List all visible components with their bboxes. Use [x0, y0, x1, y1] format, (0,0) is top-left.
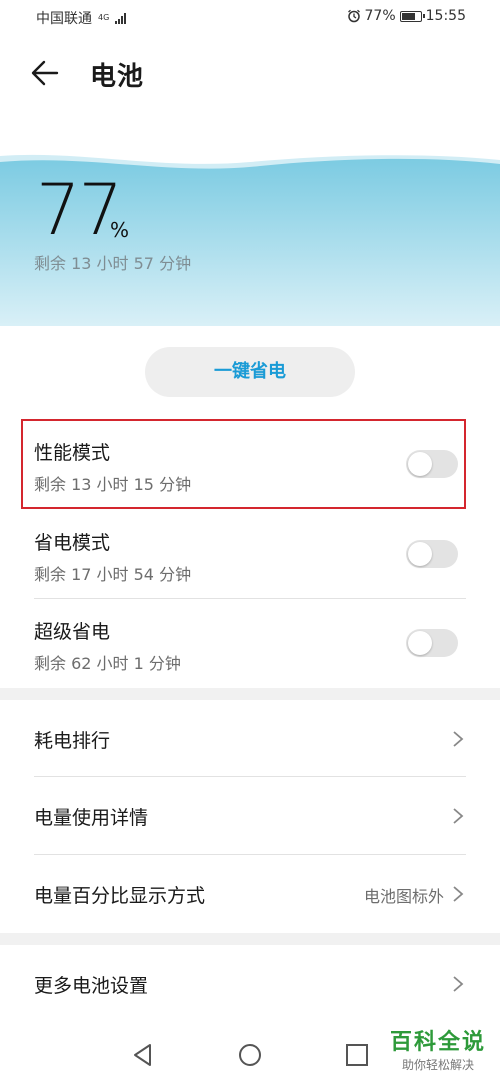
battery-percent-text: 77% — [364, 8, 396, 24]
section-gap — [0, 933, 500, 945]
watermark-subtitle: 助你轻松解决 — [401, 1058, 474, 1072]
menu-label: 电量百分比显示方式 — [34, 885, 206, 907]
signal-icon — [115, 12, 127, 24]
mode-row-power-saving[interactable]: 省电模式 剩余 17 小时 54 分钟 — [0, 510, 500, 598]
battery-remaining-time: 剩余 13 小时 57 分钟 — [34, 254, 192, 273]
mode-row-ultra-saving[interactable]: 超级省电 剩余 62 小时 1 分钟 — [0, 599, 500, 687]
nav-recents-icon[interactable] — [344, 1042, 370, 1068]
toggle-knob — [408, 631, 432, 655]
menu-item-usage-details[interactable]: 电量使用详情 — [0, 777, 500, 855]
carrier-name: 中国联通 — [36, 11, 92, 27]
menu-item-power-ranking[interactable]: 耗电排行 — [0, 700, 500, 778]
app-header: 电池 — [0, 36, 500, 112]
toggle-knob — [408, 542, 432, 566]
arrow-left-icon — [31, 60, 59, 86]
battery-percent-sign: % — [110, 218, 130, 242]
network-type: 4G — [98, 13, 110, 22]
menu-label: 更多电池设置 — [34, 975, 149, 997]
power-saving-mode-toggle[interactable] — [406, 540, 458, 568]
chevron-right-icon — [453, 886, 464, 902]
status-bar: 中国联通 4G 77% 15:55 — [0, 0, 500, 36]
mode-title: 省电模式 — [34, 532, 111, 554]
mode-subtitle: 剩余 62 小时 1 分钟 — [34, 654, 181, 673]
menu-item-more-battery-settings[interactable]: 更多电池设置 — [0, 945, 500, 1023]
ultra-saving-mode-toggle[interactable] — [406, 629, 458, 657]
watermark-title: 百科全说 — [389, 1030, 486, 1055]
page-title: 电池 — [90, 62, 145, 92]
highlight-box — [21, 419, 466, 509]
chevron-right-icon — [453, 808, 464, 824]
nav-home-icon[interactable] — [237, 1042, 263, 1068]
menu-label: 电量使用详情 — [34, 807, 149, 829]
battery-icon — [399, 10, 425, 22]
menu-item-percent-display[interactable]: 电量百分比显示方式 电池图标外 — [0, 855, 500, 933]
chevron-right-icon — [453, 731, 464, 747]
menu-label: 耗电排行 — [34, 730, 111, 752]
section-gap — [0, 688, 500, 700]
battery-level-fill — [401, 12, 415, 20]
menu-value: 电池图标外 — [363, 887, 444, 906]
status-left: 中国联通 4G — [36, 8, 127, 28]
battery-percent: 77 — [36, 169, 123, 251]
clock: 15:55 — [425, 8, 466, 24]
chevron-right-icon — [453, 976, 464, 992]
one-key-save-button[interactable]: 一键省电 — [145, 347, 355, 397]
alarm-icon — [347, 9, 360, 23]
watermark: 百科全说 助你轻松解决 — [390, 1024, 486, 1073]
mode-subtitle: 剩余 17 小时 54 分钟 — [34, 565, 192, 584]
back-button[interactable] — [30, 58, 70, 90]
status-right: 77% 15:55 — [347, 8, 466, 24]
mode-title: 超级省电 — [34, 621, 111, 643]
nav-back-icon[interactable] — [130, 1042, 156, 1068]
